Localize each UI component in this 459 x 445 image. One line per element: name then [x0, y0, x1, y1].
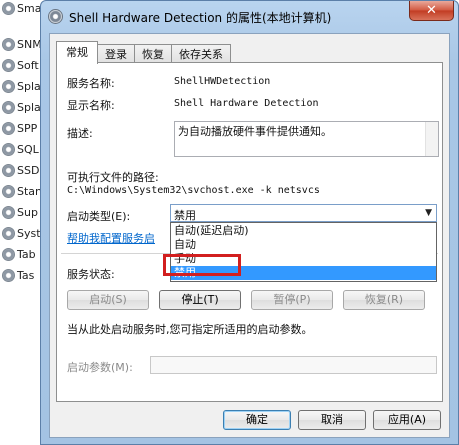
startup-type-select[interactable]: 禁用 ▼: [170, 204, 437, 222]
list-item[interactable]: Spla: [2, 98, 41, 116]
display-name-label: 显示名称:: [67, 99, 115, 112]
exe-path-label: 可执行文件的路径:: [67, 171, 159, 184]
close-icon: ✕: [426, 3, 437, 18]
dialog-body: 常规 登录 恢复 依存关系 服务名称: ShellHWDetection 显示名…: [49, 33, 450, 438]
stop-button[interactable]: 停止(T): [159, 290, 241, 310]
list-item[interactable]: Tab: [2, 245, 36, 263]
gear-icon: [2, 205, 15, 219]
gear-icon: [2, 121, 15, 135]
service-status-label: 服务状态:: [67, 268, 115, 281]
annotation-highlight-box: [163, 254, 241, 276]
gear-icon: [2, 37, 15, 51]
list-item[interactable]: SPP: [2, 119, 37, 137]
gear-icon: [2, 184, 15, 198]
gear-icon: [2, 226, 15, 240]
list-item[interactable]: SNM: [2, 35, 42, 53]
gear-icon: [2, 58, 15, 72]
tab-general[interactable]: 常规: [56, 41, 98, 64]
list-item[interactable]: SQL: [2, 140, 39, 158]
list-item[interactable]: Stan: [2, 182, 42, 200]
list-item[interactable]: Tas: [2, 266, 34, 284]
start-params-hint: 当从此处启动服务时,您可指定所适用的启动参数。: [67, 323, 313, 336]
tab-strip: 常规 登录 恢复 依存关系: [56, 41, 231, 64]
gear-icon: [2, 1, 15, 15]
list-item[interactable]: Sma: [2, 0, 41, 17]
startup-type-label: 启动类型(E):: [67, 210, 131, 223]
gear-icon: [2, 247, 15, 261]
pause-button[interactable]: 暂停(P): [251, 290, 333, 310]
tab-recovery[interactable]: 恢复: [134, 44, 172, 64]
general-panel: 服务名称: ShellHWDetection 显示名称: Shell Hardw…: [56, 62, 443, 402]
start-params-input[interactable]: [150, 356, 437, 374]
properties-dialog: Shell Hardware Detection 的属性(本地计算机) ✕ 常规…: [40, 0, 459, 445]
description-text: 为自动播放硬件事件提供通知。: [178, 125, 332, 138]
gear-icon: [2, 163, 15, 177]
close-button[interactable]: ✕: [409, 1, 454, 21]
service-name-label: 服务名称:: [67, 77, 115, 90]
resume-button[interactable]: 恢复(R): [343, 290, 425, 310]
list-item[interactable]: Spla: [2, 77, 41, 95]
tab-logon[interactable]: 登录: [97, 44, 135, 64]
list-item[interactable]: Sup: [2, 203, 38, 221]
startup-option-auto-delayed[interactable]: 自动(延迟启动): [171, 224, 436, 238]
start-button[interactable]: 启动(S): [67, 290, 149, 310]
gear-icon: [2, 142, 15, 156]
chevron-down-icon: ▼: [425, 208, 432, 218]
startup-type-value: 禁用: [174, 209, 196, 222]
list-item[interactable]: Syst: [2, 224, 41, 242]
help-configure-link[interactable]: 帮助我配置服务启: [67, 230, 155, 246]
service-name-value: ShellHWDetection: [174, 76, 271, 87]
start-params-label: 启动参数(M):: [67, 361, 133, 374]
title-bar[interactable]: Shell Hardware Detection 的属性(本地计算机) ✕: [41, 1, 458, 31]
window-title: Shell Hardware Detection 的属性(本地计算机): [69, 11, 332, 25]
description-label: 描述:: [67, 127, 93, 140]
list-item[interactable]: SSD: [2, 161, 39, 179]
gear-icon: [48, 9, 63, 24]
ok-button[interactable]: 确定: [223, 410, 291, 430]
description-scrollbar[interactable]: [425, 122, 438, 156]
list-item[interactable]: Soft: [2, 56, 39, 74]
gear-icon: [2, 100, 15, 114]
tab-dependencies[interactable]: 依存关系: [171, 44, 231, 64]
gear-icon: [2, 79, 15, 93]
gear-icon: [2, 268, 15, 282]
display-name-value: Shell Hardware Detection: [174, 98, 319, 109]
description-field[interactable]: 为自动播放硬件事件提供通知。: [174, 121, 439, 157]
startup-option-auto[interactable]: 自动: [171, 238, 436, 252]
cancel-button[interactable]: 取消: [298, 410, 366, 430]
exe-path-value: C:\Windows\System32\svchost.exe -k netsv…: [67, 185, 320, 196]
apply-button[interactable]: 应用(A): [373, 410, 441, 430]
